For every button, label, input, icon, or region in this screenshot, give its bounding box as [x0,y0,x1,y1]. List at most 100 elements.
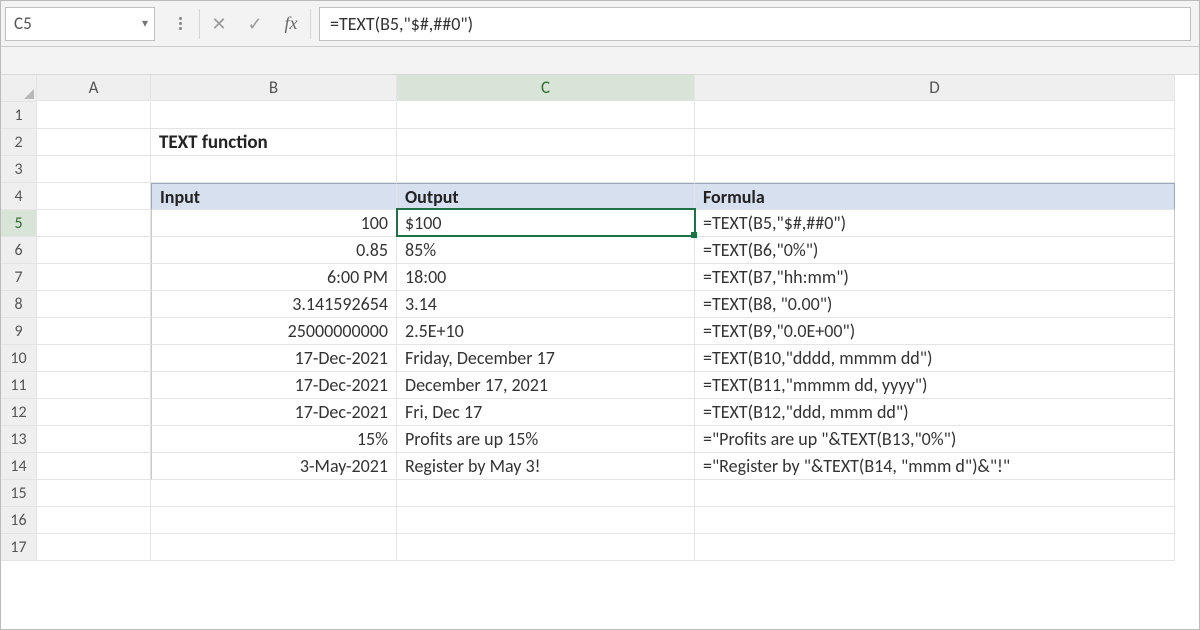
cell[interactable] [695,156,1175,183]
row-header[interactable]: 13 [1,426,37,453]
row-header[interactable]: 15 [1,480,37,507]
cell[interactable] [397,102,695,129]
formula-bar-spacer [1,47,1199,75]
row-header[interactable]: 9 [1,318,37,345]
page-title: TEXT function [151,129,397,156]
cell[interactable] [37,453,151,480]
table-cell[interactable]: 18:00 [397,264,695,291]
row-header[interactable]: 12 [1,399,37,426]
cell[interactable] [37,534,151,561]
table-cell[interactable]: 17-Dec-2021 [151,345,397,372]
cell[interactable] [397,129,695,156]
name-box-dropdown-icon[interactable]: ▾ [142,16,148,31]
cell[interactable] [151,156,397,183]
cell[interactable] [37,129,151,156]
formula-text: =TEXT(B5,"$#,##0") [330,13,473,35]
row-header[interactable]: 7 [1,264,37,291]
cell[interactable] [37,480,151,507]
table-cell[interactable]: Profits are up 15% [397,426,695,453]
separator [199,9,200,39]
table-cell[interactable]: Register by May 3! [397,453,695,480]
cell[interactable] [37,291,151,318]
cell[interactable] [151,480,397,507]
table-cell[interactable]: Friday, December 17 [397,345,695,372]
fx-icon[interactable]: fx [274,7,308,41]
table-cell[interactable]: 17-Dec-2021 [151,372,397,399]
table-cell[interactable]: 6:00 PM [151,264,397,291]
table-cell[interactable]: ="Register by "&TEXT(B14, "mmm d")&"!" [695,453,1175,480]
name-box[interactable]: C5 ▾ [5,7,155,41]
table-cell[interactable]: December 17, 2021 [397,372,695,399]
cell[interactable] [151,534,397,561]
cell[interactable] [37,345,151,372]
cell[interactable] [151,507,397,534]
table-cell[interactable]: =TEXT(B9,"0.0E+00") [695,318,1175,345]
column-header[interactable]: D [695,75,1175,101]
cell[interactable] [397,480,695,507]
table-cell[interactable]: 2.5E+10 [397,318,695,345]
enter-icon[interactable]: ✓ [238,7,272,41]
table-cell[interactable]: ="Profits are up "&TEXT(B13,"0%") [695,426,1175,453]
row-header[interactable]: 10 [1,345,37,372]
table-cell[interactable]: =TEXT(B5,"$#,##0") [695,210,1175,237]
formula-input[interactable]: =TEXT(B5,"$#,##0") [319,7,1191,41]
row-header[interactable]: 11 [1,372,37,399]
cell[interactable] [37,102,151,129]
cell[interactable] [695,507,1175,534]
cell[interactable] [37,399,151,426]
table-cell[interactable]: 0.85 [151,237,397,264]
row-header[interactable]: 16 [1,507,37,534]
cell[interactable] [37,210,151,237]
table-cell[interactable]: =TEXT(B12,"ddd, mmm dd") [695,399,1175,426]
row-header[interactable]: 14 [1,453,37,480]
row-header[interactable]: 8 [1,291,37,318]
cell[interactable] [397,534,695,561]
cell[interactable] [37,318,151,345]
table-cell[interactable]: =TEXT(B8, "0.00") [695,291,1175,318]
cell[interactable] [397,507,695,534]
cell[interactable] [695,102,1175,129]
table-cell[interactable]: =TEXT(B6,"0%") [695,237,1175,264]
table-header: Formula [695,183,1175,210]
column-header[interactable]: B [151,75,397,101]
cell[interactable] [37,237,151,264]
table-cell[interactable]: 3.141592654 [151,291,397,318]
table-cell[interactable]: 25000000000 [151,318,397,345]
row-header[interactable]: 2 [1,129,37,156]
table-cell[interactable]: =TEXT(B7,"hh:mm") [695,264,1175,291]
cell[interactable] [37,372,151,399]
table-cell[interactable]: Fri, Dec 17 [397,399,695,426]
cell[interactable] [397,156,695,183]
cell[interactable] [37,183,151,210]
cell[interactable] [695,129,1175,156]
cancel-icon[interactable]: ✕ [202,7,236,41]
column-header[interactable]: A [37,75,151,101]
table-cell[interactable]: =TEXT(B11,"mmmm dd, yyyy") [695,372,1175,399]
cell[interactable] [37,156,151,183]
select-all-corner[interactable] [1,75,37,102]
table-cell[interactable]: $100 [397,210,695,237]
table-cell[interactable]: 17-Dec-2021 [151,399,397,426]
table-cell[interactable]: 3-May-2021 [151,453,397,480]
table-cell[interactable]: =TEXT(B10,"dddd, mmmm dd") [695,345,1175,372]
row-header[interactable]: 1 [1,102,37,129]
cell[interactable] [37,507,151,534]
cell[interactable] [37,426,151,453]
row-header[interactable]: 5 [1,210,37,237]
row-header[interactable]: 6 [1,237,37,264]
table-cell[interactable]: 3.14 [397,291,695,318]
table-cell[interactable]: 85% [397,237,695,264]
table-cell[interactable]: 15% [151,426,397,453]
table-header: Input [151,183,397,210]
column-header[interactable]: C [397,75,695,101]
row-header[interactable]: 17 [1,534,37,561]
cell[interactable] [695,534,1175,561]
row-header[interactable]: 4 [1,183,37,210]
expand-icon[interactable] [163,7,197,41]
cell[interactable] [37,264,151,291]
row-header[interactable]: 3 [1,156,37,183]
worksheet[interactable]: ABCD12TEXT function34InputOutputFormula5… [1,75,1199,561]
table-cell[interactable]: 100 [151,210,397,237]
cell[interactable] [151,102,397,129]
cell[interactable] [695,480,1175,507]
